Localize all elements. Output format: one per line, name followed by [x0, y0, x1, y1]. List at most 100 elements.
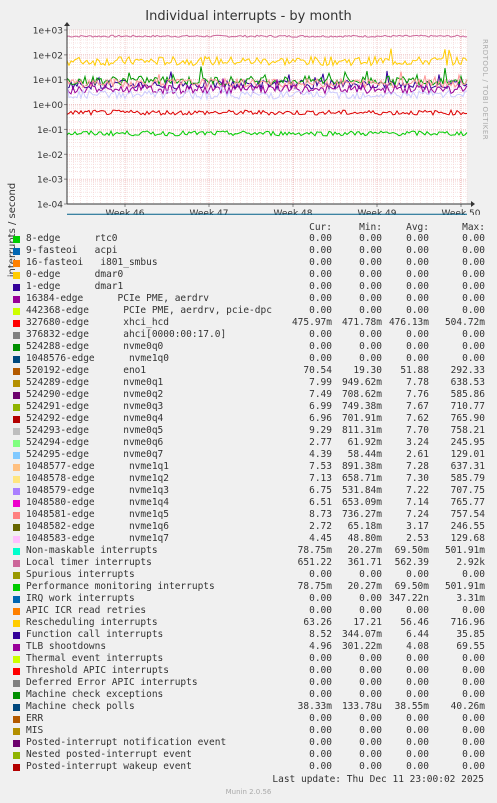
legend-label: 1048581-edge nvme1q5	[26, 509, 169, 520]
legend-label: Nested posted-interrupt event	[26, 749, 192, 760]
legend-row: 1048581-edge nvme1q5 8.73 736.27m 7.24 757.5…	[13, 509, 493, 521]
legend-avg: 7.78	[406, 377, 429, 388]
legend-row: Deferred Error APIC interrupts 0.00 0.00 0.…	[13, 677, 493, 689]
y-tick-label: 1e+00	[33, 101, 64, 111]
legend-swatch	[13, 680, 20, 687]
legend-label: Function call interrupts	[26, 629, 164, 640]
legend-swatch	[13, 296, 20, 303]
legend-max: 0.00	[462, 257, 485, 268]
legend-swatch	[13, 500, 20, 507]
legend-label: 1048580-edge nvme1q4	[26, 497, 169, 508]
legend-max: 0.00	[462, 233, 485, 244]
legend-max: 0.00	[462, 569, 485, 580]
legend-label: Thermal event interrupts	[26, 653, 164, 664]
legend-swatch	[13, 368, 20, 375]
legend-label: MIS	[26, 725, 44, 736]
legend-max: 0.00	[462, 281, 485, 292]
legend-avg: 3.17	[406, 521, 429, 532]
legend-avg: 0.00	[406, 689, 429, 700]
legend-label: Machine check polls	[26, 701, 135, 712]
legend-avg: 0.00	[406, 305, 429, 316]
legend-row: 524293-edge nvme0q5 9.29 811.31m 7.70 758.21	[13, 425, 493, 437]
legend-avg: 38.55m	[394, 701, 429, 712]
legend-avg: 7.24	[406, 509, 429, 520]
legend-avg: 0.00	[406, 605, 429, 616]
legend-avg: 0.00	[406, 761, 429, 772]
legend-swatch	[13, 752, 20, 759]
legend-avg: 0.00	[406, 713, 429, 724]
rrdtool-credit: RRDTOOL / TOBI OETIKER	[481, 39, 489, 141]
y-tick-label: 1e+01	[33, 76, 63, 86]
legend-max: 0.00	[462, 653, 485, 664]
legend-row: 16-fasteoi i801_smbus 0.00 0.00 0.00 0.00	[13, 257, 493, 269]
legend-max: 0.00	[462, 665, 485, 676]
legend-swatch	[13, 260, 20, 267]
legend-max: 758.21	[450, 425, 485, 436]
legend-label: Posted-interrupt notification event	[26, 737, 227, 748]
legend-row: 442368-edge PCIe PME, aerdrv, pcie-dpc 0.…	[13, 305, 493, 317]
legend-max: 129.68	[450, 533, 485, 544]
legend-avg: 0.00	[406, 257, 429, 268]
legend-label: 524291-edge nvme0q3	[26, 401, 164, 412]
legend-label: Threshold APIC interrupts	[26, 665, 169, 676]
legend-swatch	[13, 404, 20, 411]
legend-swatch	[13, 380, 20, 387]
legend-max: 0.00	[462, 269, 485, 280]
legend-swatch	[13, 620, 20, 627]
legend-row: 1-edge dmar1 0.00 0.00 0.00 0.00	[13, 281, 493, 293]
legend-swatch	[13, 656, 20, 663]
legend-row: Function call interrupts 8.52 344.07m 6.44 3…	[13, 629, 493, 641]
legend-label: 1048576-edge nvme1q0	[26, 353, 169, 364]
legend-label: Deferred Error APIC interrupts	[26, 677, 198, 688]
legend-row: Posted-interrupt notification event 0.00 0…	[13, 737, 493, 749]
legend-row: Posted-interrupt wakeup event 0.00 0.00 0.0…	[13, 761, 493, 773]
legend-avg: 2.53	[406, 533, 429, 544]
legend-max: 129.01	[450, 449, 485, 460]
legend-avg: 7.30	[406, 473, 429, 484]
legend-avg: 7.62	[406, 413, 429, 424]
legend-swatch	[13, 344, 20, 351]
legend-label: 327680-edge xhci_hcd	[26, 317, 169, 328]
legend-swatch	[13, 416, 20, 423]
legend-swatch	[13, 632, 20, 639]
legend-avg: 562.39	[394, 557, 429, 568]
legend-max: 637.31	[450, 461, 485, 472]
legend-avg: 69.50m	[394, 581, 429, 592]
legend-label: Performance monitoring interrupts	[26, 581, 215, 592]
legend-row: 1048580-edge nvme1q4 6.51 653.09m 7.14 765.7…	[13, 497, 493, 509]
legend-max: 0.00	[462, 689, 485, 700]
legend-row: 376832-edge ahci[0000:00:17.0] 0.00 0.00 0.…	[13, 329, 493, 341]
legend-avg: 0.00	[406, 245, 429, 256]
legend-max: 757.54	[450, 509, 485, 520]
legend-max: 0.00	[462, 305, 485, 316]
legend-row: ERR 0.00 0.00 0.00 0.00	[13, 713, 493, 725]
legend-swatch	[13, 308, 20, 315]
legend-row: 8-edge rtc0 0.00 0.00 0.00 0.00	[13, 233, 493, 245]
legend-label: 0-edge dmar0	[26, 269, 124, 280]
legend-swatch	[13, 452, 20, 459]
legend-label: 1048583-edge nvme1q7	[26, 533, 169, 544]
legend-max: 0.00	[462, 353, 485, 364]
legend-swatch	[13, 392, 20, 399]
legend-avg: 0.00	[406, 293, 429, 304]
legend-swatch	[13, 608, 20, 615]
legend-swatch	[13, 476, 20, 483]
y-tick-label: 1e-04	[37, 201, 63, 211]
legend-swatch	[13, 488, 20, 495]
legend-max: 765.77	[450, 497, 485, 508]
legend-row: 524292-edge nvme0q4 6.96 701.91m 7.62 765.90	[13, 413, 493, 425]
header-max: Max:	[462, 222, 485, 233]
legend-max: 0.00	[462, 725, 485, 736]
legend-label: 520192-edge eno1	[26, 365, 147, 376]
legend-swatch	[13, 716, 20, 723]
legend-row: 1048578-edge nvme1q2 7.13 658.71m 7.30 585.7…	[13, 473, 493, 485]
legend-swatch	[13, 332, 20, 339]
legend-avg: 6.44	[406, 629, 429, 640]
legend-max: 707.75	[450, 485, 485, 496]
legend-avg: 0.00	[406, 665, 429, 676]
header-avg: Avg:	[406, 222, 429, 233]
legend-label: 1048578-edge nvme1q2	[26, 473, 169, 484]
legend-label: Local timer interrupts	[26, 557, 152, 568]
legend-label: 524290-edge nvme0q2	[26, 389, 164, 400]
legend-label: 524292-edge nvme0q4	[26, 413, 164, 424]
